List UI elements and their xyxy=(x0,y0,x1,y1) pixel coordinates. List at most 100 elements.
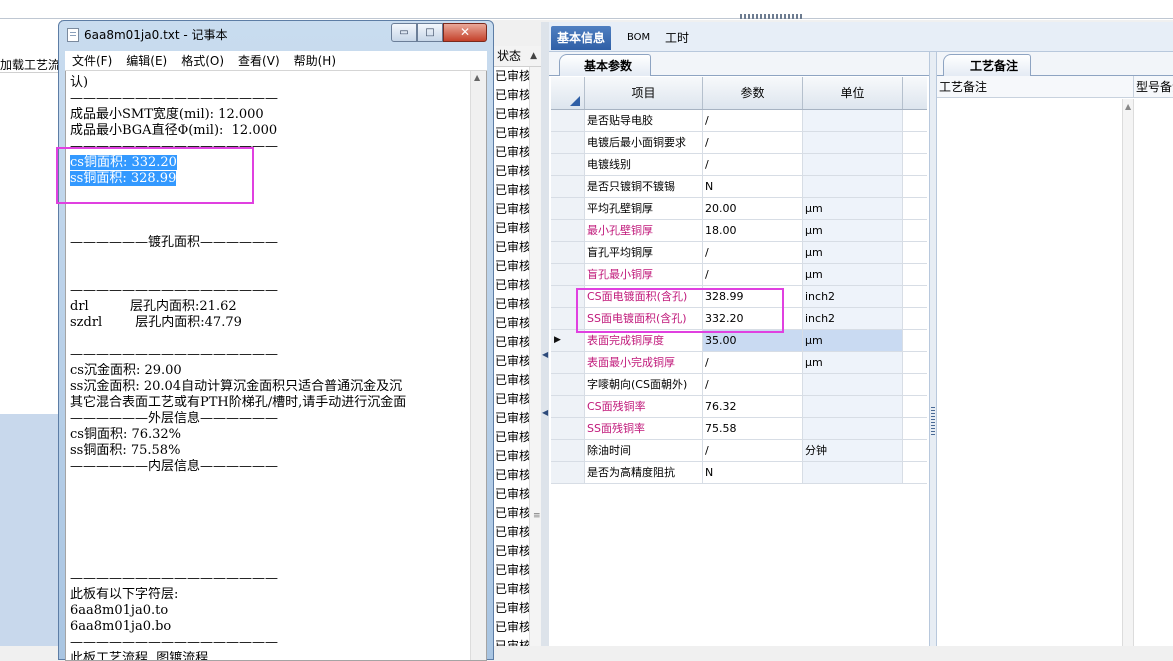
collapse-left-icon-2[interactable]: ◀ xyxy=(542,408,548,417)
table-row[interactable]: 最小孔壁铜厚 18.00 μm xyxy=(551,220,927,242)
col-header-item[interactable]: 项目 xyxy=(585,77,703,109)
status-column-header[interactable]: 状态 ▲ xyxy=(494,46,541,67)
status-header-label: 状态 xyxy=(497,49,522,63)
tab-work-hours[interactable]: 工时 xyxy=(659,26,695,50)
notepad-line: drl 层孔内面积:21.62 xyxy=(70,299,237,314)
table-row[interactable]: SS面残铜率 75.58 xyxy=(551,418,927,440)
highlight-box-plating-area xyxy=(576,288,784,333)
menu-view[interactable]: 查看(V) xyxy=(231,51,287,70)
remark-body[interactable]: ▲ xyxy=(937,99,1173,646)
row-header[interactable] xyxy=(551,264,585,285)
window-controls: ▭ □ ✕ xyxy=(391,23,487,42)
table-row[interactable]: 除油时间 / 分钟 xyxy=(551,440,927,462)
middle-splitter[interactable] xyxy=(929,52,937,646)
row-header[interactable] xyxy=(551,154,585,175)
maximize-button[interactable]: □ xyxy=(417,23,443,42)
filler-cell xyxy=(903,198,925,219)
param-value-cell[interactable]: 35.00 xyxy=(703,330,803,351)
table-row[interactable]: 电镀后最小面铜要求 / xyxy=(551,132,927,154)
filler-cell xyxy=(903,308,925,329)
menu-help[interactable]: 帮助(H) xyxy=(287,51,343,70)
table-row[interactable]: 盲孔最小铜厚 / μm xyxy=(551,264,927,286)
status-cell: 已审核 xyxy=(495,392,530,406)
tab-process-remark[interactable]: 工艺备注 xyxy=(943,54,1032,76)
notepad-window: 6aa8m01ja0.txt - 记事本 ▭ □ ✕ 文件(F) 编辑(E) 格… xyxy=(56,20,494,661)
param-item-cell: 是否只镀铜不镀锡 xyxy=(585,176,703,197)
table-row[interactable]: ▶ 表面完成铜厚度 35.00 μm xyxy=(551,330,927,352)
row-header[interactable] xyxy=(551,374,585,395)
param-value-cell[interactable]: 18.00 xyxy=(703,220,803,241)
status-cell: 已审核 xyxy=(495,316,530,330)
filler-cell xyxy=(903,330,925,351)
row-header[interactable] xyxy=(551,132,585,153)
scroll-up-icon[interactable]: ▲ xyxy=(1125,102,1131,111)
table-row[interactable]: 是否为高精度阻抗 N xyxy=(551,462,927,484)
row-header[interactable] xyxy=(551,418,585,439)
param-item-cell: 是否为高精度阻抗 xyxy=(585,462,703,483)
collapse-left-icon[interactable]: ◀ xyxy=(542,350,548,359)
param-value-cell[interactable]: N xyxy=(703,462,803,483)
param-value-cell[interactable]: / xyxy=(703,264,803,285)
param-value-cell[interactable]: / xyxy=(703,242,803,263)
col-header-unit[interactable]: 单位 xyxy=(803,77,903,109)
current-row-icon[interactable]: ▶ xyxy=(551,330,585,351)
status-cell: 已审核 xyxy=(495,525,530,539)
param-value-cell[interactable]: / xyxy=(703,132,803,153)
param-value-cell[interactable]: 76.32 xyxy=(703,396,803,417)
param-value-cell[interactable]: 75.58 xyxy=(703,418,803,439)
table-row[interactable]: 是否只镀铜不镀锡 N xyxy=(551,176,927,198)
table-row[interactable]: 电镀线别 / xyxy=(551,154,927,176)
col-header-param[interactable]: 参数 xyxy=(703,77,803,109)
filler-cell xyxy=(903,132,925,153)
table-row[interactable]: 是否贴导电胶 / xyxy=(551,110,927,132)
row-header[interactable] xyxy=(551,440,585,461)
row-header[interactable] xyxy=(551,462,585,483)
table-row[interactable]: 盲孔平均铜厚 / μm xyxy=(551,242,927,264)
menu-file[interactable]: 文件(F) xyxy=(65,51,119,70)
scroll-grip-icon: ≡ xyxy=(533,511,541,521)
left-splitter[interactable]: ◀ ◀ xyxy=(541,22,549,646)
param-value-cell[interactable]: / xyxy=(703,110,803,131)
table-row[interactable]: 平均孔壁铜厚 20.00 μm xyxy=(551,198,927,220)
menu-edit[interactable]: 编辑(E) xyxy=(119,51,174,70)
row-header[interactable] xyxy=(551,198,585,219)
col-header-model-remark[interactable]: 型号备注 xyxy=(1134,76,1173,97)
notepad-scrollbar[interactable]: ▲ xyxy=(470,71,486,660)
row-header[interactable] xyxy=(551,396,585,417)
notepad-line: cs铜面积: 76.32% xyxy=(70,427,182,442)
remark-scrollbar[interactable]: ▲ xyxy=(1122,99,1134,646)
minimize-button[interactable]: ▭ xyxy=(391,23,417,42)
col-header-process-remark[interactable]: 工艺备注 xyxy=(937,76,1134,97)
param-value-cell[interactable]: 20.00 xyxy=(703,198,803,219)
table-row[interactable]: CS面残铜率 76.32 xyxy=(551,396,927,418)
notepad-titlebar[interactable]: 6aa8m01ja0.txt - 记事本 xyxy=(67,25,228,45)
tab-basic-info[interactable]: 基本信息 xyxy=(551,26,612,50)
row-header[interactable] xyxy=(551,242,585,263)
status-cell: 已审核 xyxy=(495,468,530,482)
menu-format[interactable]: 格式(O) xyxy=(174,51,231,70)
table-row[interactable]: 表面最小完成铜厚 / μm xyxy=(551,352,927,374)
row-header[interactable] xyxy=(551,220,585,241)
row-header[interactable] xyxy=(551,176,585,197)
param-value-cell[interactable]: / xyxy=(703,374,803,395)
close-button[interactable]: ✕ xyxy=(443,23,487,42)
table-row[interactable]: 字嘜朝向(CS面朝外) / xyxy=(551,374,927,396)
param-value-cell[interactable]: / xyxy=(703,440,803,461)
tab-bom[interactable]: BOM xyxy=(621,26,656,50)
scroll-up-icon[interactable]: ▲ xyxy=(530,46,537,67)
grid-corner[interactable] xyxy=(551,77,585,109)
param-unit-cell: 分钟 xyxy=(803,440,903,461)
param-value-cell[interactable]: N xyxy=(703,176,803,197)
background-app-left: 加载工艺流程 xyxy=(0,20,62,646)
status-scrollbar[interactable]: ≡ xyxy=(529,67,541,646)
scroll-up-icon[interactable]: ▲ xyxy=(474,73,480,82)
row-header[interactable] xyxy=(551,110,585,131)
param-unit-cell xyxy=(803,132,903,153)
param-value-cell[interactable]: / xyxy=(703,352,803,373)
tab-basic-params[interactable]: 基本参数 xyxy=(559,54,652,76)
process-flow-tab[interactable]: 加载工艺流程 xyxy=(0,56,62,73)
row-header[interactable] xyxy=(551,352,585,373)
param-value-cell[interactable]: / xyxy=(703,154,803,175)
splitter-grip[interactable] xyxy=(740,14,802,19)
filler-cell xyxy=(903,396,925,417)
